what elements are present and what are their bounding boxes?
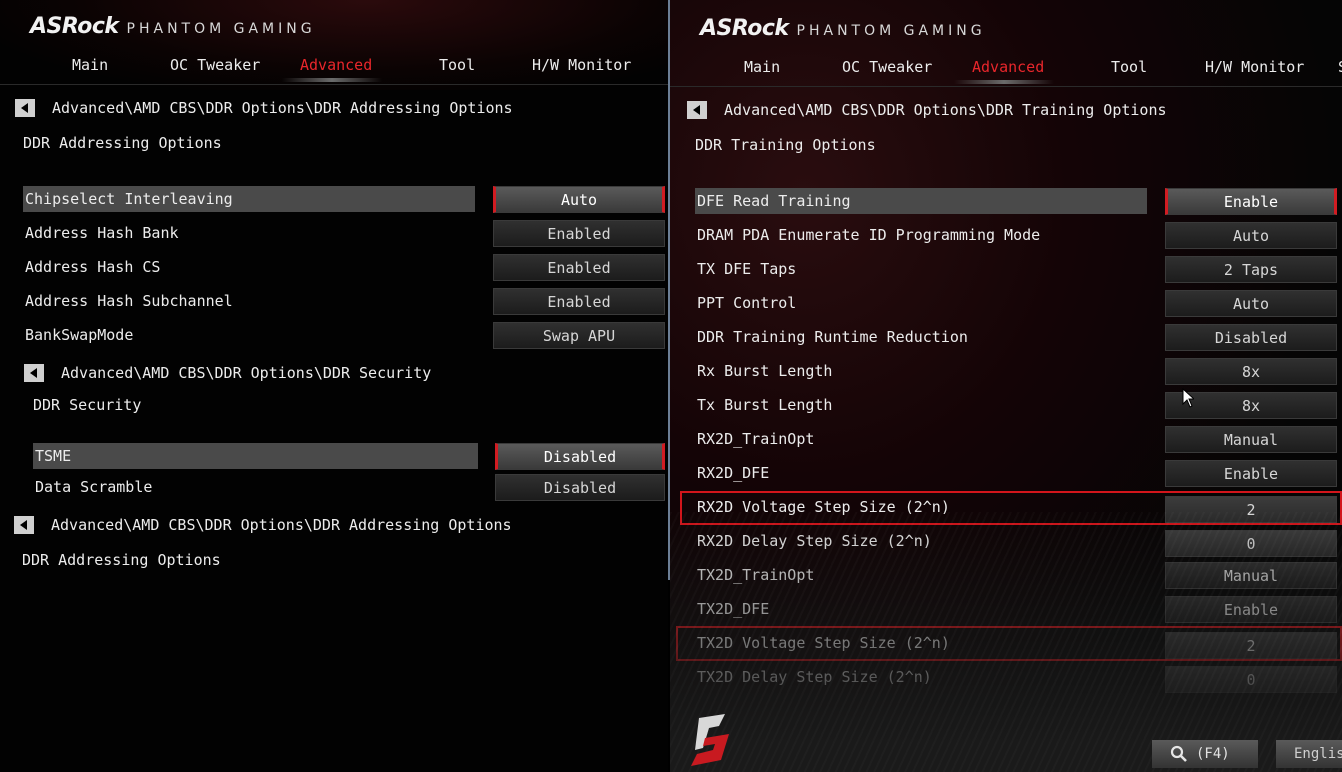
highlight-box-tx2d-voltage	[676, 626, 1342, 661]
active-tab-underline	[282, 78, 382, 82]
option-value-data-scramble[interactable]: Disabled	[495, 474, 665, 501]
breadcrumb-security: Advanced\AMD CBS\DDR Options\DDR Securit…	[61, 364, 432, 382]
option-value-dfe-read-training[interactable]: Enable	[1165, 188, 1337, 215]
back-button-addressing[interactable]	[14, 516, 34, 534]
asrock-logo: ASRock PHANTOM GAMING	[30, 14, 316, 44]
option-value-tx-dfe-taps[interactable]: 2 Taps	[1165, 256, 1337, 283]
option-label-data-scramble[interactable]: Data Scramble	[33, 474, 478, 500]
tab-oc-tweaker[interactable]: OC Tweaker	[842, 58, 932, 76]
option-label-bankswapmode[interactable]: BankSwapMode	[23, 322, 475, 348]
option-label-rx2d-dfe[interactable]: RX2D_DFE	[695, 460, 1147, 486]
right-bios-screen: ASRock PHANTOM GAMING Main OC Tweaker Ad…	[670, 0, 1342, 772]
logo-subtitle: PHANTOM GAMING	[796, 23, 986, 39]
highlight-box-rx2d-voltage	[680, 491, 1342, 525]
phantom-gaming-logo-icon	[691, 714, 729, 766]
nav-divider	[670, 86, 1342, 87]
option-label-tx-burst-length[interactable]: Tx Burst Length	[695, 392, 1147, 418]
tab-main[interactable]: Main	[744, 58, 780, 76]
option-label-chipselect-interleaving[interactable]: Chipselect Interleaving	[23, 186, 475, 212]
active-tab-underline	[954, 80, 1054, 84]
back-button-security[interactable]	[24, 364, 44, 382]
page-title: DDR Addressing Options	[23, 134, 222, 152]
search-button[interactable]: (F4)	[1152, 740, 1258, 768]
option-value-rx2d-dfe[interactable]: Enable	[1165, 460, 1337, 487]
tab-advanced[interactable]: Advanced	[972, 58, 1044, 76]
option-label-ddr-training-runtime-reduction[interactable]: DDR Training Runtime Reduction	[695, 324, 1147, 350]
logo-brand: ASRock	[700, 16, 789, 41]
tab-main[interactable]: Main	[72, 56, 108, 74]
option-value-ddr-training-runtime-reduction[interactable]: Disabled	[1165, 324, 1337, 351]
nav-divider	[0, 84, 668, 85]
logo-subtitle: PHANTOM GAMING	[126, 21, 316, 37]
section-title-security: DDR Security	[33, 396, 142, 414]
option-value-dram-pda-enumerate[interactable]: Auto	[1165, 222, 1337, 249]
option-label-address-hash-bank[interactable]: Address Hash Bank	[23, 220, 475, 246]
option-label-dfe-read-training[interactable]: DFE Read Training	[695, 188, 1147, 214]
option-value-address-hash-bank[interactable]: Enabled	[493, 220, 665, 247]
option-label-ppt-control[interactable]: PPT Control	[695, 290, 1147, 316]
search-icon	[1170, 745, 1187, 762]
page-title: DDR Training Options	[695, 136, 876, 154]
tab-security[interactable]: S	[1338, 58, 1342, 76]
mouse-cursor-icon	[1182, 388, 1194, 408]
search-shortcut-label: (F4)	[1196, 746, 1230, 762]
tab-oc-tweaker[interactable]: OC Tweaker	[170, 56, 260, 74]
option-label-rx2d-delay-step-size[interactable]: RX2D Delay Step Size (2^n)	[695, 528, 1147, 554]
option-value-address-hash-cs[interactable]: Enabled	[493, 254, 665, 281]
option-label-tsme[interactable]: TSME	[33, 443, 478, 469]
breadcrumb: Advanced\AMD CBS\DDR Options\DDR Trainin…	[724, 101, 1167, 119]
option-label-dram-pda-enumerate[interactable]: DRAM PDA Enumerate ID Programming Mode	[695, 222, 1147, 248]
option-value-bankswapmode[interactable]: Swap APU	[493, 322, 665, 349]
option-label-tx2d-dfe[interactable]: TX2D_DFE	[695, 596, 1147, 622]
option-label-address-hash-subchannel[interactable]: Address Hash Subchannel	[23, 288, 475, 314]
option-label-rx2d-trainopt[interactable]: RX2D_TrainOpt	[695, 426, 1147, 452]
option-value-tx2d-trainopt[interactable]: Manual	[1165, 562, 1337, 589]
section-title-addressing: DDR Addressing Options	[22, 551, 221, 569]
option-value-tx2d-delay-step-size[interactable]: 0	[1165, 666, 1337, 693]
option-label-rx-burst-length[interactable]: Rx Burst Length	[695, 358, 1147, 384]
tab-hw-monitor[interactable]: H/W Monitor	[532, 56, 631, 74]
back-button[interactable]	[687, 101, 707, 119]
tab-advanced[interactable]: Advanced	[300, 56, 372, 74]
option-value-tx2d-dfe[interactable]: Enable	[1165, 596, 1337, 623]
tab-tool[interactable]: Tool	[1111, 58, 1147, 76]
option-label-tx2d-trainopt[interactable]: TX2D_TrainOpt	[695, 562, 1147, 588]
option-value-chipselect-interleaving[interactable]: Auto	[493, 186, 665, 213]
breadcrumb-addressing: Advanced\AMD CBS\DDR Options\DDR Address…	[51, 516, 512, 534]
option-value-rx2d-delay-step-size[interactable]: 0	[1165, 530, 1337, 557]
option-value-rx-burst-length[interactable]: 8x	[1165, 358, 1337, 385]
option-label-tx-dfe-taps[interactable]: TX DFE Taps	[695, 256, 1147, 282]
option-label-address-hash-cs[interactable]: Address Hash CS	[23, 254, 475, 280]
logo-brand: ASRock	[30, 14, 119, 39]
option-value-rx2d-trainopt[interactable]: Manual	[1165, 426, 1337, 453]
option-value-ppt-control[interactable]: Auto	[1165, 290, 1337, 317]
tab-hw-monitor[interactable]: H/W Monitor	[1205, 58, 1304, 76]
option-label-tx2d-delay-step-size[interactable]: TX2D Delay Step Size (2^n)	[695, 664, 1147, 690]
asrock-logo: ASRock PHANTOM GAMING	[700, 16, 986, 46]
tab-tool[interactable]: Tool	[439, 56, 475, 74]
breadcrumb: Advanced\AMD CBS\DDR Options\DDR Address…	[52, 99, 513, 117]
left-bios-screen: ASRock PHANTOM GAMING Main OC Tweaker Ad…	[0, 0, 668, 772]
language-button[interactable]: Englis	[1276, 740, 1342, 768]
option-value-address-hash-subchannel[interactable]: Enabled	[493, 288, 665, 315]
back-button[interactable]	[15, 99, 35, 117]
option-value-tsme[interactable]: Disabled	[495, 443, 665, 470]
